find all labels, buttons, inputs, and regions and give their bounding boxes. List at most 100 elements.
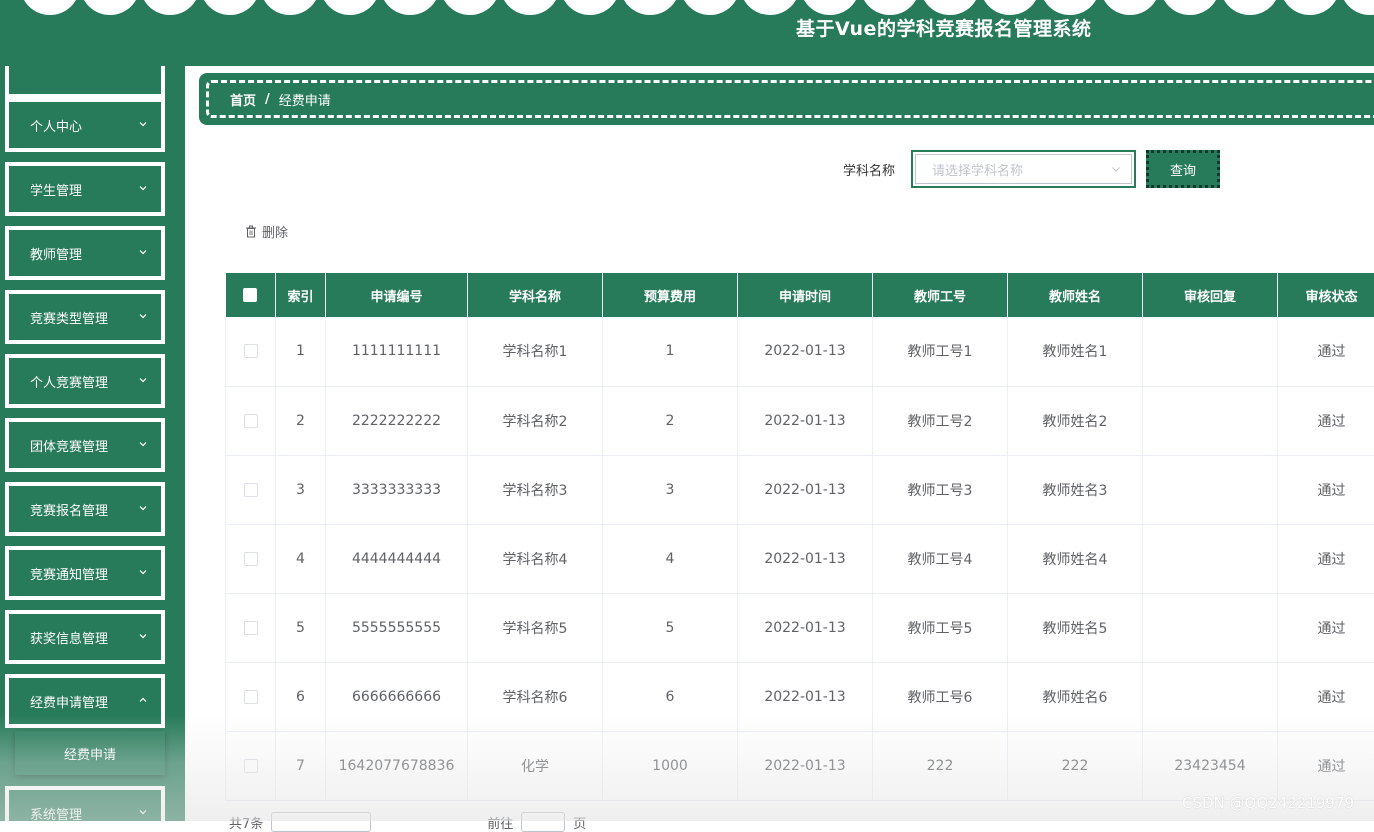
header-scallop: [920, 0, 980, 15]
sidebar-item-label: 个人竞赛管理: [30, 372, 108, 391]
table-cell: 通过: [1278, 593, 1374, 662]
sidebar-item-individual-competitions[interactable]: 个人竞赛管理: [5, 354, 165, 408]
row-select-cell[interactable]: [226, 317, 276, 386]
table-cell: 教师姓名4: [1008, 524, 1143, 593]
table-cell: 4: [276, 524, 326, 593]
table-header-row: 索引 申请编号 学科名称 预算费用 申请时间 教师工号 教师姓名 审核回复 审核…: [226, 273, 1374, 317]
table-cell: 2: [276, 386, 326, 455]
table-row[interactable]: 11111111111学科名称112022-01-13教师工号1教师姓名1通过: [226, 317, 1374, 386]
delete-label: 删除: [262, 222, 288, 241]
funding-table: 索引 申请编号 学科名称 预算费用 申请时间 教师工号 教师姓名 审核回复 审核…: [225, 273, 1374, 801]
table-row[interactable]: 22222222222学科名称222022-01-13教师工号2教师姓名2通过: [226, 386, 1374, 455]
subject-select[interactable]: 请选择学科名称: [911, 150, 1136, 188]
table-cell: 2022-01-13: [738, 455, 873, 524]
row-select-cell[interactable]: [226, 662, 276, 731]
sidebar-item-top[interactable]: [5, 66, 165, 98]
header-scallop: [140, 0, 200, 15]
sidebar-item-awards[interactable]: 获奖信息管理: [5, 610, 165, 664]
table-cell: 化学: [468, 731, 603, 800]
row-select-cell[interactable]: [226, 593, 276, 662]
pager-goto-label: 前往: [487, 813, 513, 832]
header-scallop-decoration: [0, 0, 1374, 16]
header-scallop: [20, 0, 80, 15]
table-cell: 学科名称2: [468, 386, 603, 455]
table-row[interactable]: 66666666666学科名称662022-01-13教师工号6教师姓名6通过: [226, 662, 1374, 731]
sidebar-item-label: 竞赛类型管理: [30, 308, 108, 327]
page-jump-input[interactable]: [521, 812, 565, 832]
header-scallop: [620, 0, 680, 15]
delete-button[interactable]: 删除: [245, 222, 288, 241]
table-cell: 1000: [603, 731, 738, 800]
select-all-checkbox[interactable]: [243, 288, 257, 302]
trash-icon: [245, 225, 257, 238]
table-cell: 6: [276, 662, 326, 731]
sidebar-item-label: 竞赛通知管理: [30, 564, 108, 583]
sidebar-item-registrations[interactable]: 竞赛报名管理: [5, 482, 165, 536]
table-row[interactable]: 71642077678836化学10002022-01-132222222342…: [226, 731, 1374, 800]
header-scallop: [380, 0, 440, 15]
row-select-cell[interactable]: [226, 524, 276, 593]
row-select-cell[interactable]: [226, 455, 276, 524]
table-cell: 学科名称1: [468, 317, 603, 386]
header-scallop: [500, 0, 560, 15]
chevron-down-icon: [138, 567, 148, 577]
sidebar-item-system[interactable]: 系统管理: [5, 786, 165, 821]
header-index: 索引: [276, 273, 326, 317]
table-row[interactable]: 33333333333学科名称332022-01-13教师工号3教师姓名3通过: [226, 455, 1374, 524]
chevron-down-icon: [138, 183, 148, 193]
table-cell: 1: [276, 317, 326, 386]
header-scallop: [1280, 0, 1340, 15]
sidebar-item-funding[interactable]: 经费申请管理: [5, 674, 165, 728]
row-checkbox[interactable]: [244, 759, 258, 773]
sidebar-item-notices[interactable]: 竞赛通知管理: [5, 546, 165, 600]
table-cell: 通过: [1278, 731, 1374, 800]
row-select-cell[interactable]: [226, 731, 276, 800]
table-cell: 2022-01-13: [738, 731, 873, 800]
header-scallop: [1100, 0, 1160, 15]
header-scallop: [320, 0, 380, 15]
row-checkbox[interactable]: [244, 621, 258, 635]
table-cell: 3: [276, 455, 326, 524]
row-checkbox[interactable]: [244, 344, 258, 358]
header-budget: 预算费用: [603, 273, 738, 317]
table-row[interactable]: 44444444444学科名称442022-01-13教师工号4教师姓名4通过: [226, 524, 1374, 593]
sidebar-item-students[interactable]: 学生管理: [5, 162, 165, 216]
header-select-all[interactable]: [226, 273, 276, 317]
breadcrumb-inner: 首页 / 经费申请: [206, 80, 1374, 118]
sidebar-item-label: 经费申请管理: [30, 692, 108, 711]
sidebar-item-personal-center[interactable]: 个人中心: [5, 98, 165, 152]
table-row[interactable]: 55555555555学科名称552022-01-13教师工号5教师姓名5通过: [226, 593, 1374, 662]
sidebar-item-label: 获奖信息管理: [30, 628, 108, 647]
row-select-cell[interactable]: [226, 386, 276, 455]
query-button[interactable]: 查询: [1146, 150, 1220, 188]
breadcrumb: 首页 / 经费申请: [199, 73, 1374, 125]
sidebar-subitem-funding-application[interactable]: 经费申请: [15, 731, 165, 775]
breadcrumb-separator: /: [265, 92, 270, 107]
table-cell: 教师工号4: [873, 524, 1008, 593]
app-title: 基于Vue的学科竞赛报名管理系统: [796, 14, 1091, 41]
row-checkbox[interactable]: [244, 690, 258, 704]
sidebar-item-team-competitions[interactable]: 团体竞赛管理: [5, 418, 165, 472]
chevron-down-icon: [138, 503, 148, 513]
header-review-reply: 审核回复: [1143, 273, 1278, 317]
subject-select-inner[interactable]: 请选择学科名称: [915, 154, 1132, 184]
table-cell: 教师工号6: [873, 662, 1008, 731]
sidebar-item-label: 教师管理: [30, 244, 82, 263]
table-cell: [1143, 386, 1278, 455]
watermark: CSDN @QQ242219979: [1182, 794, 1354, 812]
header-scallop: [200, 0, 260, 15]
sidebar-item-label: 竞赛报名管理: [30, 500, 108, 519]
sidebar: 个人中心 学生管理 教师管理 竞赛类型管理 个人竞赛管理 团体竞赛管理 竞赛报名…: [0, 66, 185, 821]
row-checkbox[interactable]: [244, 483, 258, 497]
sidebar-item-competition-types[interactable]: 竞赛类型管理: [5, 290, 165, 344]
row-checkbox[interactable]: [244, 414, 258, 428]
page-size-select[interactable]: [271, 812, 371, 832]
subject-select-placeholder: 请选择学科名称: [932, 160, 1023, 179]
breadcrumb-home[interactable]: 首页: [230, 90, 256, 109]
table-cell: 5: [276, 593, 326, 662]
row-checkbox[interactable]: [244, 552, 258, 566]
sidebar-item-teachers[interactable]: 教师管理: [5, 226, 165, 280]
header-scallop: [560, 0, 620, 15]
sidebar-item-label: 个人中心: [30, 116, 82, 135]
table-cell: 教师姓名2: [1008, 386, 1143, 455]
